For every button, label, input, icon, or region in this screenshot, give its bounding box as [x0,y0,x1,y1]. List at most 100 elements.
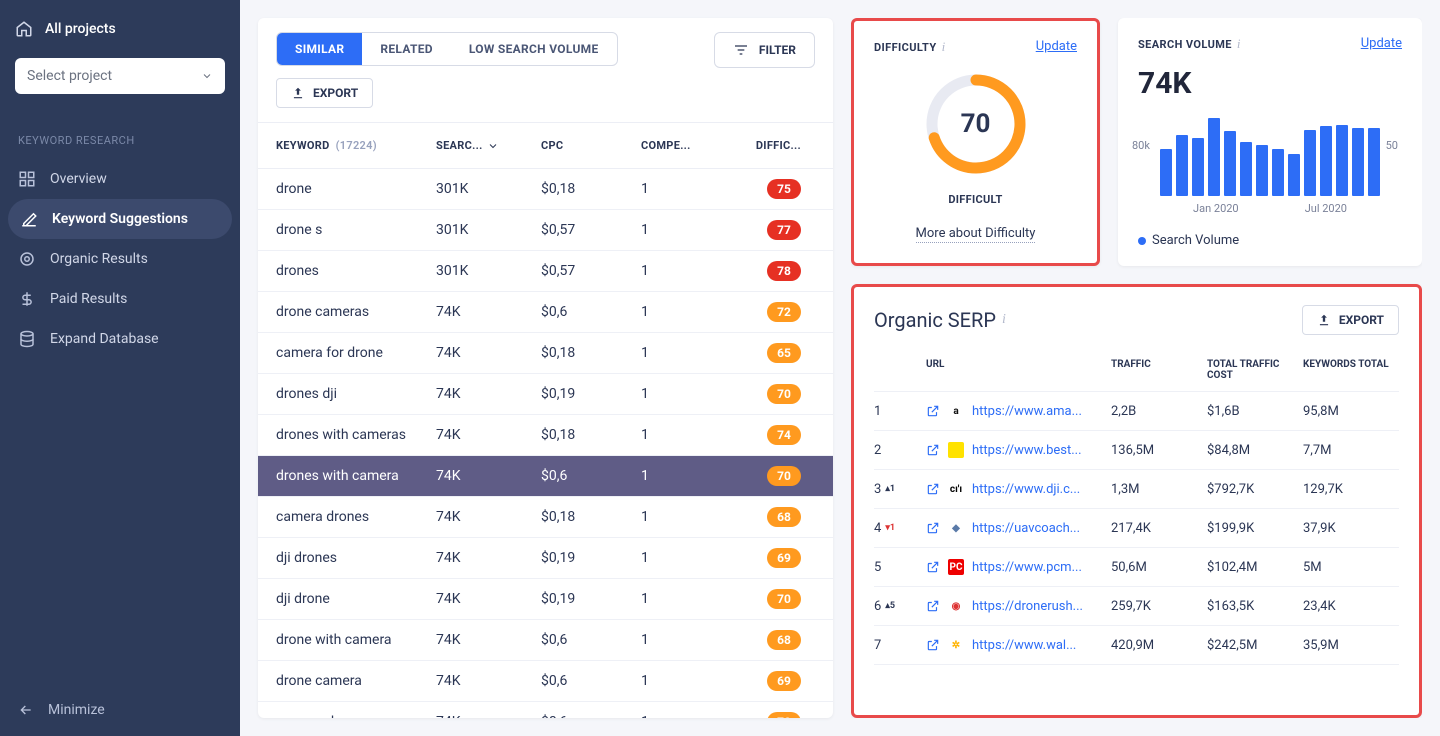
cpc-cell: $0,18 [541,509,641,525]
sidebar-item-label: Overview [50,171,107,187]
external-link-icon[interactable] [926,482,940,496]
select-project-dropdown[interactable]: Select project [15,58,225,94]
difficulty-badge: 65 [767,343,801,363]
serp-row[interactable]: 4▾1◆https://uavcoach...217,4K$199,9K37,9… [874,509,1399,548]
traffic-cost-cell: $163,5K [1207,599,1303,614]
export-button[interactable]: EXPORT [276,78,373,108]
serp-url-link[interactable]: https://www.best... [972,443,1082,458]
search-volume-title: SEARCH VOLUME [1138,38,1232,51]
serp-row[interactable]: 7✲https://www.wal...420,9M$242,5M35,9M [874,626,1399,665]
table-row[interactable]: drone cameras74K$0,6172 [258,292,833,333]
serp-row[interactable]: 3▴1cı'ıhttps://www.dji.c...1,3M$792,7K12… [874,470,1399,509]
table-row[interactable]: drone s301K$0,57177 [258,210,833,251]
col-difficulty[interactable]: DIFFIC... [741,139,801,152]
sidebar-item-paid-results[interactable]: Paid Results [0,279,240,319]
sidebar-item-keyword-suggestions[interactable]: Keyword Suggestions [8,199,232,239]
position-number: 4 [874,521,881,536]
grid-icon [18,170,36,188]
table-row[interactable]: drones with camera74K$0,6170 [258,456,833,497]
info-icon[interactable]: i [1002,312,1006,328]
col-traffic-cost[interactable]: TOTAL TRAFFIC COST [1207,359,1303,381]
table-row[interactable]: drones301K$0,57178 [258,251,833,292]
serp-url-link[interactable]: https://www.pcm... [972,560,1082,575]
traffic-cost-cell: $84,8M [1207,443,1303,458]
table-row[interactable]: camera drones74K$0,18168 [258,497,833,538]
serp-url-link[interactable]: https://dronerush... [972,599,1083,614]
serp-row[interactable]: 2https://www.best...136,5M$84,8M7,7M [874,431,1399,470]
traffic-cell: 2,2B [1111,404,1207,419]
search-volume-card: SEARCH VOLUME i Update 74K 80k 50 Jan 20… [1118,18,1422,266]
external-link-icon[interactable] [926,560,940,574]
col-search-volume[interactable]: SEARC... [436,139,541,152]
cpc-cell: $0,18 [541,181,641,197]
difficulty-badge: 75 [767,179,801,199]
serp-url-link[interactable]: https://www.dji.c... [972,482,1080,497]
col-cpc[interactable]: CPC [541,139,641,152]
search-volume-cell: 74K [436,304,541,320]
chart-bar [1288,154,1300,197]
keyword-cell: camera for drone [276,345,436,361]
serp-url-link[interactable]: https://www.ama... [972,404,1082,419]
cpc-cell: $0,6 [541,632,641,648]
cpc-cell: $0,6 [541,468,641,484]
serp-url-link[interactable]: https://uavcoach... [972,521,1080,536]
keywords-total-cell: 37,9K [1303,521,1399,536]
sidebar-item-overview[interactable]: Overview [0,159,240,199]
more-about-difficulty-link[interactable]: More about Difficulty [916,226,1036,243]
info-icon[interactable]: i [942,39,946,55]
traffic-cell: 259,7K [1111,599,1207,614]
select-project-label: Select project [27,68,112,84]
filter-button[interactable]: FILTER [714,32,815,68]
table-row[interactable]: drone301K$0,18175 [258,169,833,210]
external-link-icon[interactable] [926,638,940,652]
sidebar-item-organic-results[interactable]: Organic Results [0,239,240,279]
update-difficulty-link[interactable]: Update [1036,39,1077,54]
col-url[interactable]: URL [926,359,1111,381]
position-number: 3 [874,482,881,497]
table-row[interactable]: dji drones74K$0,19169 [258,538,833,579]
col-keyword-label[interactable]: KEYWORD [276,139,330,152]
external-link-icon[interactable] [926,443,940,457]
tab-similar[interactable]: SIMILAR [277,33,362,65]
keyword-cell: drones [276,263,436,279]
col-competition[interactable]: COMPE... [641,139,741,152]
tab-related[interactable]: RELATED [362,33,450,65]
table-row[interactable]: camera for drone74K$0,18165 [258,333,833,374]
col-keywords-total[interactable]: KEYWORDS TOTAL [1303,359,1399,381]
sidebar-item-expand-database[interactable]: Expand Database [0,319,240,359]
minimize-button[interactable]: Minimize [0,684,240,736]
serp-row[interactable]: 1ahttps://www.ama...2,2B$1,6B95,8M [874,392,1399,431]
minimize-label: Minimize [48,702,105,718]
search-volume-cell: 74K [436,509,541,525]
chart-bar [1192,138,1204,196]
table-row[interactable]: drones dji74K$0,19170 [258,374,833,415]
serp-row[interactable]: 6▴5◉https://dronerush...259,7K$163,5K23,… [874,587,1399,626]
x-label-1: Jan 2020 [1193,202,1239,215]
info-icon[interactable]: i [1237,36,1241,52]
serp-row[interactable]: 5PChttps://www.pcm...50,6M$102,4M5M [874,548,1399,587]
export-serp-button[interactable]: EXPORT [1302,305,1399,335]
table-row[interactable]: drone camera74K$0,6169 [258,661,833,702]
table-row[interactable]: camera drone74K$0,6170 [258,702,833,718]
update-volume-link[interactable]: Update [1361,36,1402,51]
keywords-total-cell: 7,7M [1303,443,1399,458]
search-volume-cell: 74K [436,591,541,607]
all-projects-link[interactable]: All projects [15,20,225,38]
competition-cell: 1 [641,673,741,689]
keyword-cell: dji drones [276,550,436,566]
cpc-cell: $0,19 [541,591,641,607]
table-row[interactable]: dji drone74K$0,19170 [258,579,833,620]
position-number: 2 [874,443,881,458]
external-link-icon[interactable] [926,599,940,613]
traffic-cell: 1,3M [1111,482,1207,497]
tab-low-volume[interactable]: LOW SEARCH VOLUME [451,33,617,65]
external-link-icon[interactable] [926,521,940,535]
table-row[interactable]: drone with camera74K$0,6168 [258,620,833,661]
serp-url-link[interactable]: https://www.wal... [972,638,1076,653]
col-traffic[interactable]: TRAFFIC [1111,359,1207,381]
cpc-cell: $0,57 [541,222,641,238]
filter-label: FILTER [759,43,796,57]
external-link-icon[interactable] [926,404,940,418]
table-row[interactable]: drones with cameras74K$0,18174 [258,415,833,456]
difficulty-gauge: 70 [921,69,1031,179]
